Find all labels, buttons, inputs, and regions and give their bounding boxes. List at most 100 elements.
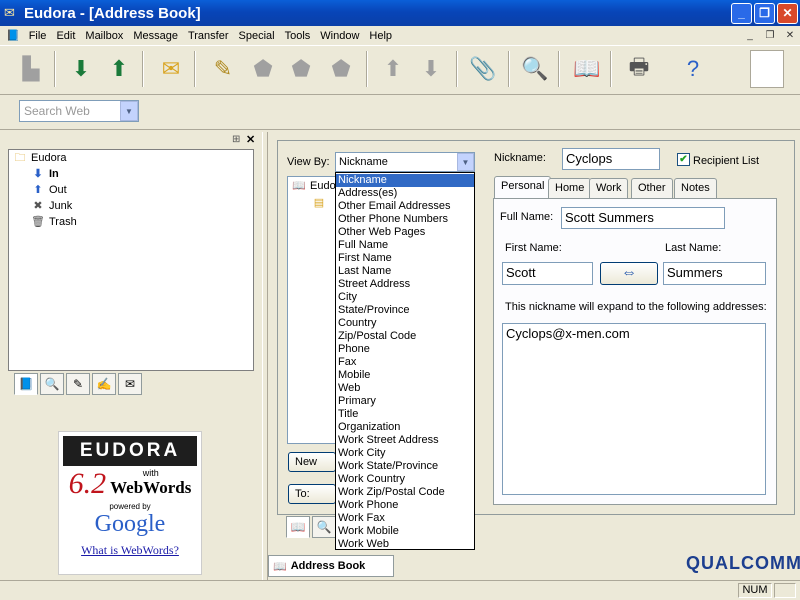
menu-file[interactable]: File: [24, 30, 52, 42]
tab-personal[interactable]: Personal: [494, 176, 552, 199]
webwords-ad[interactable]: EUDORA 6.2 with WebWords powered by Goog…: [58, 431, 202, 575]
view-by-option[interactable]: Zip/Postal Code: [336, 330, 474, 343]
view-by-option[interactable]: City: [336, 291, 474, 304]
view-by-option[interactable]: Last Name: [336, 265, 474, 278]
view-by-option[interactable]: Other Phone Numbers: [336, 213, 474, 226]
view-by-option[interactable]: Work Fax: [336, 512, 474, 525]
address-book-icon[interactable]: 📖: [570, 51, 604, 87]
mdi-minimize-button[interactable]: _: [742, 29, 758, 43]
document-menu-icon[interactable]: 📘: [6, 29, 24, 42]
mdi-close-button[interactable]: ✕: [782, 29, 798, 43]
signatures-tab-icon[interactable]: ✍: [92, 373, 116, 395]
view-by-option[interactable]: Work Mobile: [336, 525, 474, 538]
view-by-option[interactable]: Phone: [336, 343, 474, 356]
menu-mailbox[interactable]: Mailbox: [80, 30, 128, 42]
view-by-option[interactable]: Work Zip/Postal Code: [336, 486, 474, 499]
view-by-option[interactable]: Mobile: [336, 369, 474, 382]
nickname-input[interactable]: Cyclops: [562, 148, 660, 170]
find-icon[interactable]: 🔍: [518, 51, 552, 87]
pane-splitter[interactable]: [262, 132, 268, 580]
first-name-input[interactable]: Scott: [502, 262, 593, 285]
menu-message[interactable]: Message: [128, 30, 183, 42]
view-by-option[interactable]: Street Address: [336, 278, 474, 291]
eudora-app-icon: ✉: [4, 5, 15, 20]
menu-edit[interactable]: Edit: [51, 30, 80, 42]
tab-home-label: Home: [555, 182, 585, 194]
view-by-option[interactable]: Organization: [336, 421, 474, 434]
minimize-button[interactable]: _: [731, 3, 752, 24]
search-tab-icon[interactable]: 🔍: [40, 373, 64, 395]
view-by-option[interactable]: Work Street Address: [336, 434, 474, 447]
filters-tab-icon[interactable]: ✎: [66, 373, 90, 395]
view-by-option[interactable]: Full Name: [336, 239, 474, 252]
view-by-option[interactable]: Work Phone: [336, 499, 474, 512]
view-by-option[interactable]: Work Web: [336, 538, 474, 551]
mailbox-in[interactable]: ⬇ In: [31, 168, 58, 180]
view-by-select[interactable]: Nickname: [335, 152, 475, 172]
view-by-option[interactable]: Work City: [336, 447, 474, 460]
menu-help[interactable]: Help: [364, 30, 397, 42]
address-book-entry[interactable]: ▤: [312, 197, 326, 209]
to-button[interactable]: To:: [288, 484, 336, 504]
stationery-tab-icon[interactable]: ✉: [118, 373, 142, 395]
mdi-restore-button[interactable]: ❐: [762, 29, 778, 43]
view-by-dropdown-button[interactable]: ▼: [457, 153, 474, 171]
swap-names-button[interactable]: ⇔: [600, 262, 658, 285]
menu-tools[interactable]: Tools: [280, 30, 316, 42]
attach-file-icon[interactable]: 📎: [466, 51, 500, 87]
full-name-input[interactable]: Scott Summers: [561, 207, 725, 229]
reply-icon[interactable]: ✎: [206, 51, 240, 87]
check-mail-in-icon[interactable]: ⬇: [64, 51, 98, 87]
mailbox-out[interactable]: ⬆ Out: [31, 184, 66, 196]
view-by-option[interactable]: Nickname: [336, 174, 474, 187]
view-by-option[interactable]: Address(es): [336, 187, 474, 200]
addresses-textarea[interactable]: Cyclops@x-men.com: [502, 323, 766, 495]
tab-work[interactable]: Work: [589, 178, 629, 198]
print-icon[interactable]: 🖶: [622, 51, 656, 87]
pane-pin-icon[interactable]: ⊞: [232, 134, 240, 145]
view-by-option[interactable]: Title: [336, 408, 474, 421]
delete-icon[interactable]: ▙: [14, 51, 48, 87]
view-by-option[interactable]: Other Web Pages: [336, 226, 474, 239]
maximize-button[interactable]: ❐: [754, 3, 775, 24]
new-entry-button[interactable]: New: [288, 452, 336, 472]
title-bar: Eudora - [Address Book]: [0, 0, 800, 26]
menu-window[interactable]: Window: [315, 30, 364, 42]
find-tab-icon[interactable]: 🔍: [312, 516, 336, 538]
address-book-window-button[interactable]: 📖 Address Book: [268, 555, 394, 577]
menu-special[interactable]: Special: [234, 30, 280, 42]
next-message-icon[interactable]: ⬇: [414, 51, 448, 87]
view-by-option[interactable]: Other Email Addresses: [336, 200, 474, 213]
help-icon[interactable]: ?: [676, 51, 710, 87]
view-by-option[interactable]: Fax: [336, 356, 474, 369]
previous-message-icon[interactable]: ⬆: [376, 51, 410, 87]
tab-other[interactable]: Other: [631, 178, 673, 198]
ad-link[interactable]: What is WebWords?: [59, 543, 201, 558]
tab-home[interactable]: Home: [548, 178, 592, 198]
view-by-option[interactable]: Country: [336, 317, 474, 330]
view-by-option[interactable]: First Name: [336, 252, 474, 265]
search-dropdown-button[interactable]: ▼: [120, 101, 138, 121]
reply-all-icon[interactable]: ⬟: [246, 51, 280, 87]
menu-transfer[interactable]: Transfer: [183, 30, 234, 42]
view-by-option[interactable]: Work State/Province: [336, 460, 474, 473]
last-name-input[interactable]: Summers: [663, 262, 766, 285]
pane-close-icon[interactable]: ✕: [246, 133, 255, 146]
send-mail-out-icon[interactable]: ⬆: [102, 51, 136, 87]
view-by-option[interactable]: State/Province: [336, 304, 474, 317]
new-message-icon[interactable]: ✉: [154, 51, 188, 87]
address-book-tab-icon[interactable]: 📖: [286, 516, 310, 538]
mailbox-trash[interactable]: 🗑 Trash: [31, 216, 77, 228]
view-by-option[interactable]: Web: [336, 382, 474, 395]
mailboxes-tab-icon[interactable]: 📘: [14, 373, 38, 395]
address-book-root[interactable]: 📖 Eudo: [292, 180, 336, 192]
close-button[interactable]: ✕: [777, 3, 798, 24]
mailbox-junk[interactable]: ✖ Junk: [31, 200, 72, 212]
forward-icon[interactable]: ⬟: [284, 51, 318, 87]
view-by-option[interactable]: Work Country: [336, 473, 474, 486]
view-by-option[interactable]: Primary: [336, 395, 474, 408]
redirect-icon[interactable]: ⬟: [324, 51, 358, 87]
mailbox-root[interactable]: 🗀 Eudora: [13, 152, 67, 164]
recipient-list-checkbox[interactable]: ✔: [677, 153, 690, 166]
tab-notes[interactable]: Notes: [674, 178, 717, 198]
